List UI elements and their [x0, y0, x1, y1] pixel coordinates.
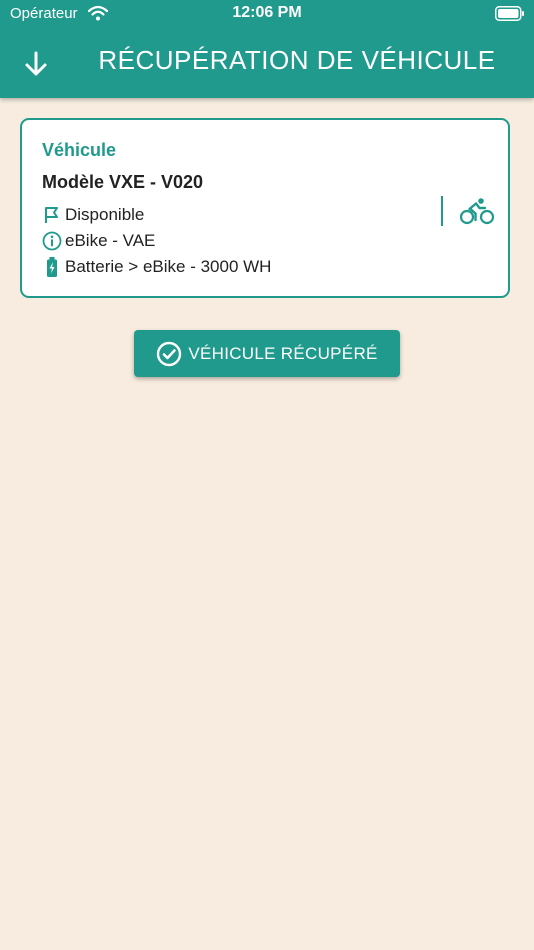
battery-charging-icon	[47, 257, 57, 277]
check-circle-icon	[157, 341, 182, 366]
status-row: Disponible	[42, 204, 144, 226]
type-row: eBike - VAE	[42, 230, 155, 252]
flag-icon	[45, 207, 58, 223]
button-label: VÉHICULE RÉCUPÉRÉ	[188, 343, 378, 363]
status-text: Disponible	[65, 205, 145, 224]
vehicle-recovered-button[interactable]: VÉHICULE RÉCUPÉRÉ	[134, 330, 400, 377]
arrow-down-icon[interactable]	[20, 48, 52, 80]
page-title: RÉCUPÉRATION DE VÉHICULE	[98, 45, 496, 75]
battery-text: Batterie > eBike - 3000 WH	[65, 257, 272, 276]
divider	[441, 196, 443, 226]
type-text: eBike - VAE	[65, 231, 156, 250]
vehicle-name: Modèle VXE - V020	[42, 172, 204, 192]
vehicle-card: Véhicule Modèle VXE - V020 Disponible eB…	[20, 118, 510, 298]
bicycle-icon	[460, 198, 494, 225]
section-label: Véhicule	[42, 140, 117, 160]
battery-row: Batterie > eBike - 3000 WH	[42, 256, 271, 278]
info-icon	[42, 231, 62, 251]
clock: 12:06 PM	[232, 4, 302, 21]
battery-status-icon	[495, 6, 524, 21]
status-bar: Opérateur 12:06 PM	[0, 0, 534, 28]
app-header: Opérateur 12:06 PM RÉCUPÉRATION DE VÉHIC…	[0, 0, 534, 98]
